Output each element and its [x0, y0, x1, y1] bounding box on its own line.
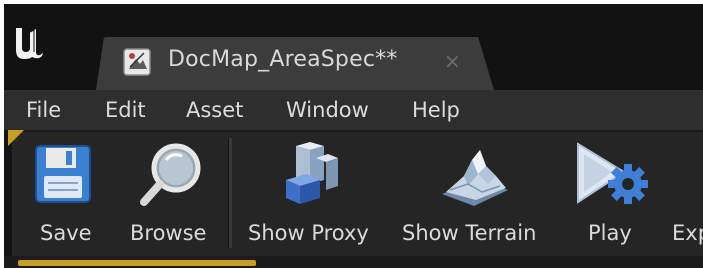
- floppy-disk-icon: [35, 145, 91, 203]
- show-terrain-button[interactable]: Show Terrain: [396, 140, 548, 254]
- toolbar-separator: [228, 138, 232, 248]
- terrain-mountain-icon: [442, 150, 508, 206]
- save-button[interactable]: Save: [26, 140, 106, 254]
- show-proxy-label: Show Proxy: [248, 221, 369, 245]
- save-label: Save: [40, 221, 92, 245]
- tab-title: DocMap_AreaSpec**: [168, 47, 398, 72]
- menu-file[interactable]: File: [26, 96, 61, 124]
- menu-window[interactable]: Window: [286, 96, 369, 124]
- browse-button[interactable]: Browse: [124, 140, 220, 254]
- show-terrain-label: Show Terrain: [402, 221, 537, 245]
- export-button[interactable]: Exp: [672, 140, 703, 254]
- accent-highlight: [18, 260, 256, 266]
- play-label: Play: [588, 221, 632, 245]
- map-level-icon: [123, 48, 151, 76]
- browse-label: Browse: [130, 221, 207, 245]
- magnifying-glass-icon: [140, 143, 201, 206]
- show-proxy-button[interactable]: Show Proxy: [242, 140, 380, 254]
- menu-help[interactable]: Help: [412, 96, 460, 124]
- play-gear-icon: [577, 142, 648, 204]
- unreal-engine-logo-icon[interactable]: [10, 22, 50, 62]
- close-icon[interactable]: ×: [444, 49, 461, 73]
- proxy-blocks-icon: [286, 142, 338, 204]
- menu-asset[interactable]: Asset: [186, 96, 243, 124]
- menu-edit[interactable]: Edit: [105, 96, 146, 124]
- editor-window: DocMap_AreaSpec** × File Edit Asset Wind…: [4, 4, 703, 268]
- play-button[interactable]: Play: [564, 140, 664, 254]
- export-label: Exp: [672, 221, 703, 245]
